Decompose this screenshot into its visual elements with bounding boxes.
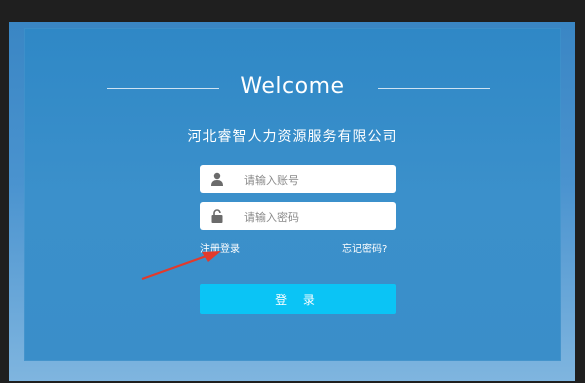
welcome-title: Welcome: [240, 74, 345, 99]
lock-icon: [211, 209, 223, 223]
username-field[interactable]: [200, 165, 396, 193]
forgot-password-link[interactable]: 忘记密码?: [342, 240, 387, 255]
password-input[interactable]: [242, 206, 392, 228]
password-field[interactable]: [200, 202, 396, 230]
username-input[interactable]: [242, 169, 392, 191]
register-link[interactable]: 注册登录: [200, 240, 240, 255]
login-button[interactable]: 登 录: [200, 284, 396, 314]
user-icon: [211, 172, 223, 186]
company-name: 河北睿智人力资源服务有限公司: [187, 129, 398, 145]
